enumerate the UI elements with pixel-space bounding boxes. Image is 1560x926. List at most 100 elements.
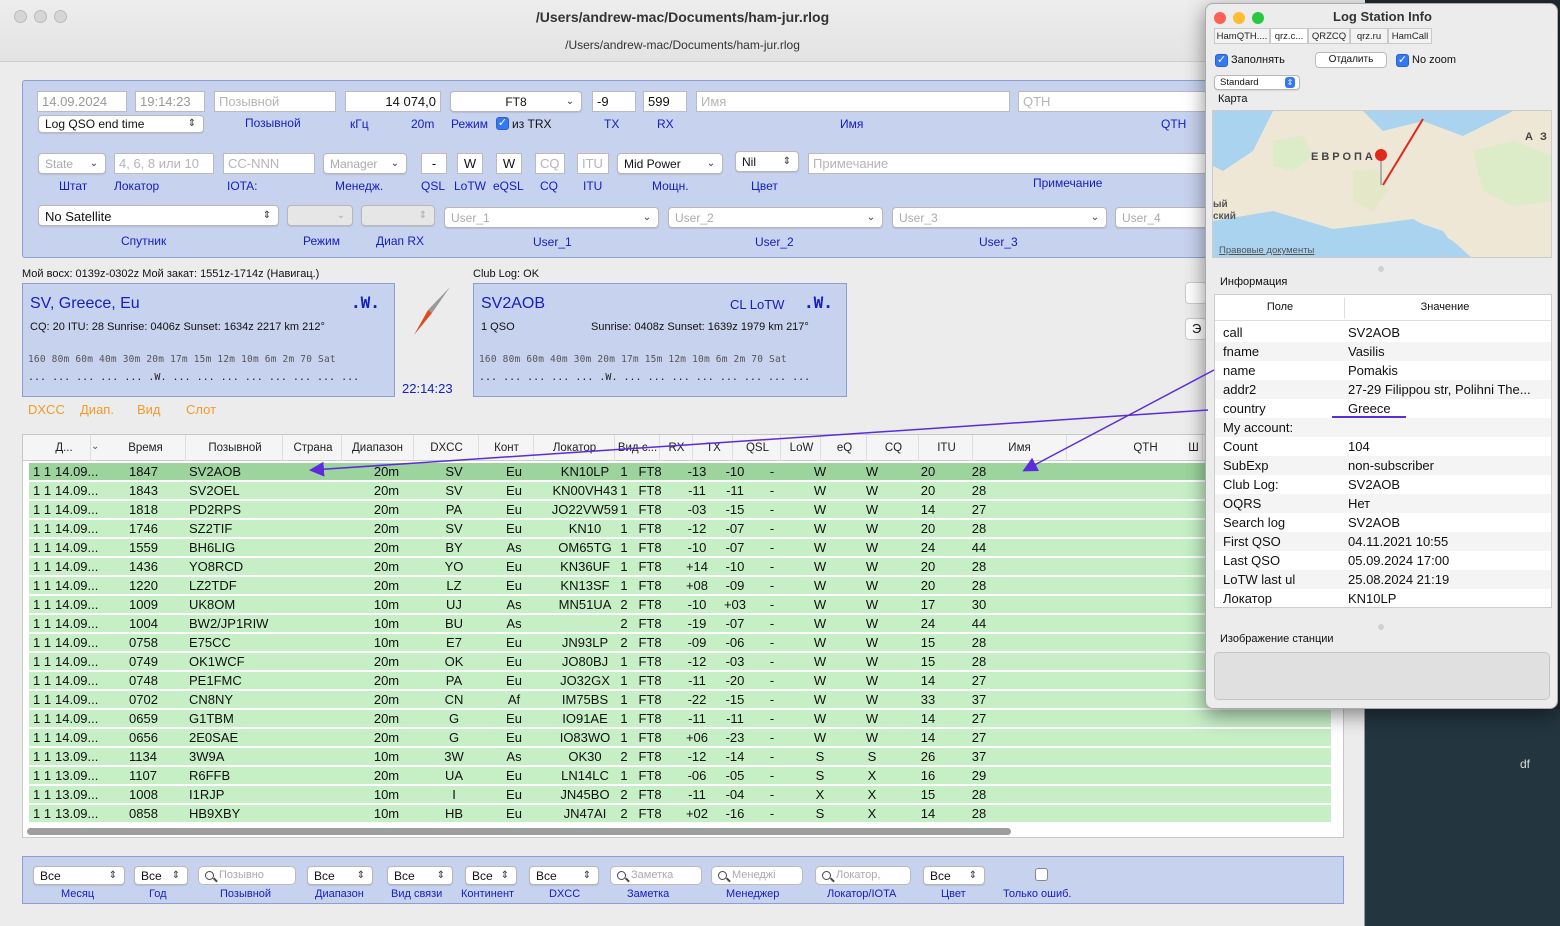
field-column-header[interactable]: Поле (1215, 301, 1345, 313)
column-header-6[interactable]: Конт (480, 435, 534, 461)
info-row[interactable]: country Greece (1215, 399, 1551, 418)
column-header-12[interactable]: LoW (783, 435, 821, 461)
info-row[interactable]: My account: (1215, 418, 1551, 437)
info-row[interactable]: SubExp non-subscriber (1215, 456, 1551, 475)
time-field[interactable]: 19:14:23 (135, 91, 205, 112)
callsign-input[interactable]: Позывной (214, 91, 336, 112)
value-column-header[interactable]: Значение (1345, 301, 1545, 313)
table-row[interactable]: 1 1 14.09... 0758 E75CC 10m E7 Eu JN93LP 2 FT8 -09… (29, 634, 1331, 652)
column-header-1[interactable]: Время (106, 435, 186, 461)
table-row[interactable]: 1 1 14.09... 1818 PD2RPS 20m PA Eu JO22VW59 1 FT8… (29, 501, 1331, 519)
table-row[interactable]: 1 1 13.09... 1134 3W9A 10m 3W As OK30 2 FT8 -12 -14… (29, 748, 1331, 766)
splitter-handle[interactable] (1378, 266, 1384, 272)
mode-filter[interactable]: Все ⇕ (387, 866, 453, 885)
column-header-18[interactable]: Ш (1185, 435, 1203, 461)
column-header-11[interactable]: QSL (735, 435, 781, 461)
legal-link[interactable]: Правовые документы (1219, 245, 1314, 256)
tab-dxcc[interactable]: DXCC (28, 402, 65, 417)
column-header-10[interactable]: TX (695, 435, 733, 461)
band-filter[interactable]: Все ⇕ (307, 866, 373, 885)
color-select[interactable]: Nil ⇕ (735, 151, 799, 172)
tab-slot[interactable]: Слот (186, 402, 216, 417)
date-field[interactable]: 14.09.2024 (37, 91, 127, 112)
table-row[interactable]: 1 1 14.09... 1004 BW2/JP1RIW 10m BU As 2 FT8 -19-… (29, 615, 1331, 633)
info-row[interactable]: Search log SV2AOB (1215, 513, 1551, 532)
year-filter[interactable]: Все ⇕ (134, 866, 188, 885)
table-row[interactable]: 1 1 14.09... 1009 UK8OM 10m UJ As MN51UA 2 FT8 -10… (29, 596, 1331, 614)
column-header-8[interactable]: Вид с... (616, 435, 660, 461)
table-row[interactable]: 1 1 14.09... 0748 PE1FMC 20m PA Eu JO32GX 1 FT8 -1… (29, 672, 1331, 690)
map-view[interactable]: ЕВРОПА А З ый ский Правовые документы (1212, 110, 1552, 258)
zoom-out-button[interactable]: Отдалить (1315, 52, 1387, 68)
mode-select[interactable]: FT8 ⌄ (450, 91, 582, 112)
table-row[interactable]: 1 1 14.09... 0749 OK1WCF 20m OK Eu JO80BJ 1 FT8 -1… (29, 653, 1331, 671)
table-row[interactable]: 1 1 14.09... 1843 SV2OEL 20m SV Eu KN00VH43 1 FT8… (29, 482, 1331, 500)
manager-search[interactable]: Менеджі (711, 866, 803, 885)
tab-qrzcq[interactable]: QRZCQ (1308, 28, 1350, 44)
table-row[interactable]: 1 1 13.09... 1008 I1RJP 10m I Eu JN45BO 2 FT8 -11-… (29, 786, 1331, 804)
info-row[interactable]: addr2 27-29 Filippou str, Polihni The... (1215, 380, 1551, 399)
info-row[interactable]: LoTW last ul 25.08.2024 21:19 (1215, 570, 1551, 589)
column-header-5[interactable]: DXCC (415, 435, 479, 461)
power-select[interactable]: Mid Power ⌄ (617, 153, 723, 174)
locator-input[interactable]: 4, 6, 8 или 10 (114, 153, 214, 174)
tab-hamqth[interactable]: HamQTH.... (1214, 28, 1270, 44)
callsign-search[interactable]: Позывно (198, 866, 296, 885)
dxcc-filter[interactable]: Все ⇕ (529, 866, 599, 885)
column-header-4[interactable]: Диапазон (342, 435, 414, 461)
horizontal-scrollbar[interactable] (27, 828, 1011, 835)
eqsl-field[interactable]: W (496, 153, 522, 174)
user3-select[interactable]: User_3 ⌄ (892, 207, 1107, 228)
user2-select[interactable]: User_2 ⌄ (668, 207, 883, 228)
table-row[interactable]: 1 1 14.09... 1746 SZ2TIF 20m SV Eu KN10 1 FT8 -12-… (29, 520, 1331, 538)
info-row[interactable]: OQRS Нет (1215, 494, 1551, 513)
note-search[interactable]: Заметка (610, 866, 702, 885)
column-header-0[interactable]: Д... (38, 435, 91, 461)
column-header-15[interactable]: ITU (921, 435, 973, 461)
info-row[interactable]: Локатор KN10LP (1215, 589, 1551, 607)
lotw-field[interactable]: W (457, 153, 483, 174)
frequency-input[interactable]: 14 074,0 (345, 91, 441, 112)
map-type-select[interactable]: Standard ⇕ (1214, 75, 1300, 90)
info-row[interactable]: fname Vasilis (1215, 342, 1551, 361)
side-button[interactable] (1185, 282, 1207, 304)
table-row[interactable]: 1 1 14.09... 1847 SV2AOB 20m SV Eu KN10LP 1 FT8 -1… (29, 463, 1331, 481)
rx-band-select[interactable]: ⇕ (361, 205, 435, 226)
table-row[interactable]: 1 1 14.09... 1559 BH6LIG 20m BY As OM65TG 1 FT8 -1… (29, 539, 1331, 557)
table-row[interactable]: 1 1 13.09... 0858 HB9XBY 10m HB Eu JN47AI 2 FT8 +0… (29, 805, 1331, 823)
rx-report-input[interactable]: 599 (643, 91, 687, 112)
column-header-3[interactable]: Страна (285, 435, 342, 461)
tab-band[interactable]: Диап. (80, 402, 114, 417)
table-row[interactable]: 1 1 14.09... 1220 LZ2TDF 20m LZ Eu KN13SF 1 FT8 +0… (29, 577, 1331, 595)
errors-only-checkbox[interactable] (1035, 868, 1048, 881)
itu-input[interactable]: ITU (577, 153, 609, 174)
tx-report-input[interactable]: -9 (592, 91, 636, 112)
no-zoom-checkbox[interactable]: ✓ (1396, 54, 1409, 67)
column-header-13[interactable]: eQ (823, 435, 867, 461)
column-header-14[interactable]: CQ (869, 435, 919, 461)
info-row[interactable]: Club Log: SV2AOB (1215, 475, 1551, 494)
column-header-16[interactable]: Имя (973, 435, 1067, 461)
satellite-select[interactable]: No Satellite ⇕ (38, 205, 279, 226)
tab-hamcall[interactable]: HamCall (1388, 28, 1432, 44)
month-filter[interactable]: Все ⇕ (33, 866, 125, 885)
table-row[interactable]: 1 1 14.09... 0656 2E0SAE 20m G Eu IO83WO 1 FT8 +06… (29, 729, 1331, 747)
tab-qrz-com[interactable]: qrz.c... (1270, 28, 1308, 44)
state-select[interactable]: State ⌄ (38, 153, 106, 174)
tab-mode[interactable]: Вид (137, 402, 161, 417)
cq-input[interactable]: CQ (535, 153, 565, 174)
info-row[interactable]: First QSO 04.11.2021 10:55 (1215, 532, 1551, 551)
info-row[interactable]: Count 104 (1215, 437, 1551, 456)
side-button-2[interactable]: Э (1185, 318, 1207, 340)
continent-filter[interactable]: Все ⇕ (465, 866, 517, 885)
manager-select[interactable]: Manager ⌄ (323, 153, 407, 174)
from-trx-checkbox[interactable]: ✓ (496, 117, 509, 130)
info-row[interactable]: Last QSO 05.09.2024 17:00 (1215, 551, 1551, 570)
tab-qrz-ru[interactable]: qrz.ru (1350, 28, 1388, 44)
end-time-select[interactable]: Log QSO end time ⇕ (38, 115, 204, 133)
info-row[interactable]: name Pomakis (1215, 361, 1551, 380)
name-input[interactable]: Имя (696, 91, 1010, 112)
column-header-7[interactable]: Локатор (535, 435, 615, 461)
fill-checkbox[interactable]: ✓ (1215, 54, 1228, 67)
table-row[interactable]: 1 1 14.09... 0659 G1TBM 20m G Eu IO91AE 1 FT8 -11-… (29, 710, 1331, 728)
